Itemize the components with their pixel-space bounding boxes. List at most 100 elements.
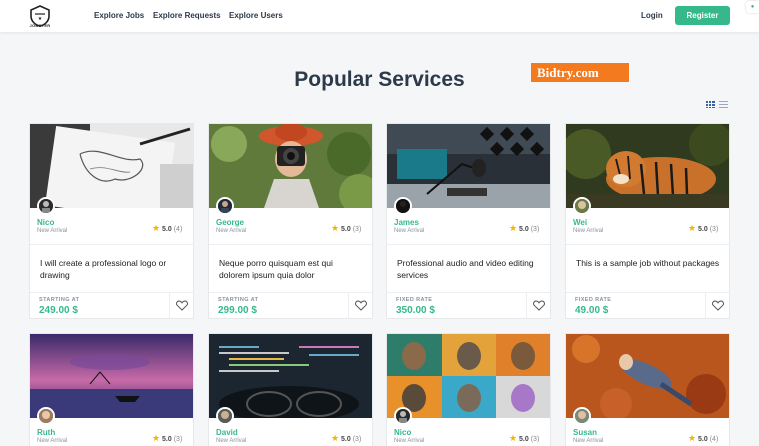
- seller-status: New Arrival: [573, 228, 604, 234]
- avatar[interactable]: [216, 407, 234, 425]
- register-button[interactable]: Register: [675, 6, 730, 25]
- login-link[interactable]: Login: [641, 11, 663, 20]
- heart-icon: [712, 300, 724, 311]
- heart-icon: [176, 300, 188, 311]
- price: 49.00 $: [575, 305, 609, 316]
- seller-status: New Arrival: [573, 438, 604, 444]
- avatar[interactable]: [394, 197, 412, 215]
- service-title[interactable]: Professional audio and video editing ser…: [397, 257, 542, 281]
- seller-name[interactable]: Ruth: [37, 428, 55, 437]
- seller-name[interactable]: Susan: [573, 428, 597, 437]
- rating-count: (3): [352, 436, 362, 443]
- service-card[interactable]: Susan New Arrival ★ 5.0 (4): [565, 333, 730, 446]
- service-card[interactable]: Wei New Arrival ★ 5.0 (3) This is a samp…: [565, 123, 730, 319]
- rating-count: (3): [530, 226, 540, 233]
- seller-name[interactable]: Nico: [37, 218, 54, 227]
- service-image-code[interactable]: [209, 334, 372, 418]
- rating-score: 5.0: [519, 436, 529, 443]
- favorite-button[interactable]: [169, 292, 193, 319]
- price-label: STARTING AT: [218, 297, 259, 303]
- section-title: Popular Services: [294, 68, 465, 91]
- service-card[interactable]: George New Arrival ★ 5.0 (3) Neque porro…: [208, 123, 373, 319]
- favorite-button[interactable]: [705, 292, 729, 319]
- service-title[interactable]: I will create a professional logo or dra…: [40, 257, 185, 281]
- grid-view-icon[interactable]: [706, 101, 715, 108]
- list-view-icon[interactable]: [719, 101, 728, 108]
- rating: ★ 5.0 (3): [331, 223, 361, 234]
- seller-name[interactable]: David: [216, 428, 238, 437]
- service-image-nft-apes[interactable]: [387, 334, 550, 418]
- rating: ★ 5.0 (3): [152, 433, 182, 444]
- service-card[interactable]: James New Arrival ★ 5.0 (3) Professional…: [386, 123, 551, 319]
- nav-explore-users[interactable]: Explore Users: [229, 11, 283, 20]
- nav-explore-jobs[interactable]: Explore Jobs: [94, 11, 144, 20]
- seller-status: New Arrival: [216, 438, 247, 444]
- rating-score: 5.0: [698, 436, 708, 443]
- avatar[interactable]: [216, 197, 234, 215]
- favorite-button[interactable]: [526, 292, 550, 319]
- service-card[interactable]: Nico New Arrival ★ 5.0 (4) I will create…: [29, 123, 194, 319]
- rating-score: 5.0: [341, 226, 351, 233]
- price: 350.00 $: [396, 305, 435, 316]
- rating-count: (3): [709, 226, 719, 233]
- rating-score: 5.0: [162, 226, 172, 233]
- star-icon: ★: [688, 433, 697, 443]
- service-image-sketch[interactable]: [30, 124, 193, 208]
- service-image-autumn[interactable]: [566, 334, 729, 418]
- seller-status: New Arrival: [37, 228, 68, 234]
- rating-score: 5.0: [341, 436, 351, 443]
- seller-status: New Arrival: [394, 438, 425, 444]
- price-label: FIXED RATE: [396, 297, 433, 303]
- site-header: ★ JOBSTER Explore Jobs Explore Requests …: [0, 0, 759, 32]
- rating-score: 5.0: [698, 226, 708, 233]
- service-image-sunset[interactable]: [30, 334, 193, 418]
- heart-icon: [533, 300, 545, 311]
- svg-text:★: ★: [38, 16, 43, 22]
- avatar[interactable]: [37, 407, 55, 425]
- service-image-tiger[interactable]: [566, 124, 729, 208]
- seller-name[interactable]: Wei: [573, 218, 587, 227]
- nav-explore-requests[interactable]: Explore Requests: [153, 11, 221, 20]
- star-icon: ★: [509, 433, 518, 443]
- service-card[interactable]: Ruth New Arrival ★ 5.0 (3): [29, 333, 194, 446]
- star-icon: ★: [152, 223, 161, 233]
- rating-count: (3): [352, 226, 362, 233]
- chat-widget-icon[interactable]: ●: [746, 1, 759, 13]
- service-image-studio[interactable]: [387, 124, 550, 208]
- star-icon: ★: [152, 433, 161, 443]
- rating-count: (3): [530, 436, 540, 443]
- star-icon: ★: [331, 433, 340, 443]
- logo-text: JOBSTER: [29, 23, 51, 28]
- avatar[interactable]: [37, 197, 55, 215]
- avatar[interactable]: [394, 407, 412, 425]
- rating: ★ 5.0 (3): [688, 223, 718, 234]
- avatar[interactable]: [573, 197, 591, 215]
- rating-count: (4): [709, 436, 719, 443]
- rating-score: 5.0: [162, 436, 172, 443]
- seller-status: New Arrival: [394, 228, 425, 234]
- star-icon: ★: [509, 223, 518, 233]
- service-card[interactable]: Nico New Arrival ★ 5.0 (3): [386, 333, 551, 446]
- service-title[interactable]: Neque porro quisquam est qui dolorem ips…: [219, 257, 364, 281]
- service-image-photographer[interactable]: [209, 124, 372, 208]
- watermark-logo: Bidtry.com: [531, 63, 629, 82]
- seller-name[interactable]: George: [216, 218, 244, 227]
- seller-status: New Arrival: [216, 228, 247, 234]
- star-icon: ★: [688, 223, 697, 233]
- divider: [209, 244, 372, 245]
- rating-count: (3): [173, 436, 183, 443]
- rating: ★ 5.0 (4): [152, 223, 182, 234]
- service-card[interactable]: David New Arrival ★ 5.0 (3): [208, 333, 373, 446]
- avatar[interactable]: [573, 407, 591, 425]
- rating: ★ 5.0 (3): [331, 433, 361, 444]
- rating: ★ 5.0 (4): [688, 433, 718, 444]
- divider: [566, 244, 729, 245]
- service-title[interactable]: This is a sample job without packages: [576, 257, 721, 269]
- seller-name[interactable]: Nico: [394, 428, 411, 437]
- favorite-button[interactable]: [348, 292, 372, 319]
- rating-score: 5.0: [519, 226, 529, 233]
- rating-count: (4): [173, 226, 183, 233]
- seller-name[interactable]: James: [394, 218, 419, 227]
- price: 249.00 $: [39, 305, 78, 316]
- star-icon: ★: [331, 223, 340, 233]
